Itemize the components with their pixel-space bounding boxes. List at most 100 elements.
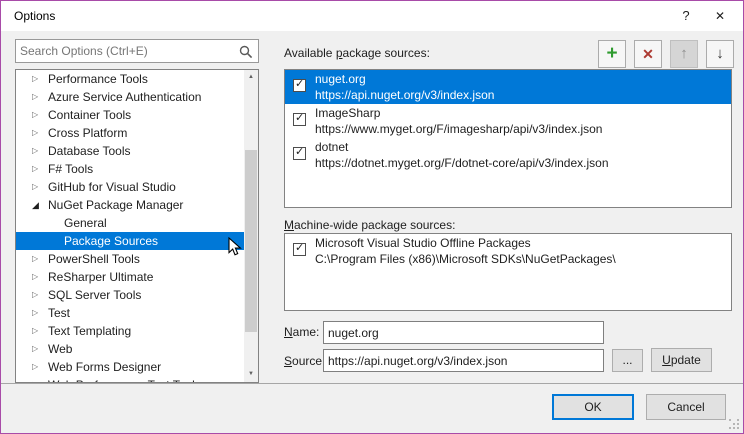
tree-item-web-performance-test-tools[interactable]: ▷ Web Performance Test Tools: [16, 376, 244, 383]
label-access-key: S: [284, 354, 292, 368]
cursor-arrow: [228, 237, 242, 258]
options-tree: ▷Performance Tools ▷Azure Service Authen…: [15, 69, 259, 383]
tree-item-label: Package Sources: [64, 232, 158, 250]
tree-item-container-tools[interactable]: ▷Container Tools: [16, 106, 244, 124]
browse-button[interactable]: ...: [612, 349, 643, 372]
window-title: Options: [14, 1, 55, 31]
tree-item-web[interactable]: ▷Web: [16, 340, 244, 358]
tree-item-label: Cross Platform: [48, 124, 127, 142]
remove-source-button[interactable]: ✕: [634, 40, 662, 68]
tree-item-cross-platform[interactable]: ▷Cross Platform: [16, 124, 244, 142]
tree-item-label: PowerShell Tools: [48, 250, 140, 268]
checkbox-checked[interactable]: ✓: [293, 79, 306, 92]
tree-item-general[interactable]: General: [16, 214, 244, 232]
tree-item-package-sources[interactable]: Package Sources: [16, 232, 244, 250]
move-down-button[interactable]: ↓: [706, 40, 734, 68]
checkbox-checked[interactable]: ✓: [293, 113, 306, 126]
search-icon: [238, 44, 254, 60]
source-name: dotnet: [315, 139, 609, 155]
label-access-key: N: [284, 325, 293, 339]
search-input[interactable]: [16, 40, 238, 62]
tree-item-label: Database Tools: [48, 142, 131, 160]
update-button[interactable]: Update: [651, 348, 712, 372]
add-source-button[interactable]: +: [598, 40, 626, 68]
tree-item-label: Text Templating: [48, 322, 131, 340]
chevron-collapsed-icon[interactable]: ▷: [32, 124, 44, 142]
chevron-collapsed-icon[interactable]: ▷: [32, 160, 44, 178]
tree-item-label: Web Performance Test Tools: [48, 376, 201, 383]
tree-item-text-templating[interactable]: ▷Text Templating: [16, 322, 244, 340]
label-part: pdate: [671, 353, 701, 367]
tree-item-label: NuGet Package Manager: [48, 196, 183, 214]
chevron-collapsed-icon[interactable]: ▷: [32, 304, 44, 322]
label-access-key: M: [284, 218, 294, 232]
source-url: https://api.nuget.org/v3/index.json: [315, 87, 494, 103]
resize-grip[interactable]: [729, 419, 739, 429]
label-part: ource:: [292, 354, 325, 368]
source-name: ImageSharp: [315, 105, 602, 121]
chevron-collapsed-icon[interactable]: ▷: [32, 142, 44, 160]
move-up-button[interactable]: ↑: [670, 40, 698, 68]
source-row-dotnet[interactable]: ✓ dotnethttps://dotnet.myget.org/F/dotne…: [285, 138, 731, 172]
label-access-key: U: [662, 353, 671, 367]
tree-item-powershell-tools[interactable]: ▷PowerShell Tools: [16, 250, 244, 268]
ok-button[interactable]: OK: [552, 394, 634, 420]
source-url: https://www.myget.org/F/imagesharp/api/v…: [315, 121, 602, 137]
chevron-collapsed-icon[interactable]: ▷: [32, 322, 44, 340]
source-name: nuget.org: [315, 71, 494, 87]
source-label: Source:: [284, 354, 325, 368]
chevron-expanded-icon[interactable]: ◢: [32, 196, 44, 214]
tree-item-label: Container Tools: [48, 106, 131, 124]
available-sources-label: Available package sources:: [284, 46, 430, 60]
close-button[interactable]: ✕: [703, 1, 737, 31]
tree-item-fsharp-tools[interactable]: ▷F# Tools: [16, 160, 244, 178]
name-label: Name:: [284, 325, 319, 339]
check-icon: ✓: [295, 145, 304, 158]
scrollbar-up-icon[interactable]: ▲: [244, 70, 258, 85]
tree-scrollbar[interactable]: ▲ ▼: [244, 70, 258, 382]
plus-icon: +: [599, 41, 625, 67]
checkbox-checked[interactable]: ✓: [293, 243, 306, 256]
tree-item-test[interactable]: ▷Test: [16, 304, 244, 322]
tree-item-label: ReSharper Ultimate: [48, 268, 153, 286]
tree-item-label: Web: [48, 340, 72, 358]
name-input[interactable]: [323, 321, 604, 344]
checkbox-checked[interactable]: ✓: [293, 147, 306, 160]
tree-item-database-tools[interactable]: ▷Database Tools: [16, 142, 244, 160]
chevron-collapsed-icon[interactable]: ▷: [32, 376, 44, 383]
scrollbar-down-icon[interactable]: ▼: [244, 367, 258, 382]
options-dialog: Options ? ✕ ▷Performance Tools ▷Azure Se…: [0, 0, 744, 434]
chevron-collapsed-icon[interactable]: ▷: [32, 340, 44, 358]
tree-item-label: SQL Server Tools: [48, 286, 141, 304]
machine-sources-list: ✓ Microsoft Visual Studio Offline Packag…: [284, 233, 732, 311]
chevron-collapsed-icon[interactable]: ▷: [32, 358, 44, 376]
tree-item-azure-service-authentication[interactable]: ▷Azure Service Authentication: [16, 88, 244, 106]
source-input[interactable]: [323, 349, 604, 372]
chevron-collapsed-icon[interactable]: ▷: [32, 88, 44, 106]
search-box: [15, 39, 259, 63]
chevron-collapsed-icon[interactable]: ▷: [32, 178, 44, 196]
label-access-key: p: [336, 46, 343, 60]
check-icon: ✓: [295, 77, 304, 90]
tree-item-performance-tools[interactable]: ▷Performance Tools: [16, 70, 244, 88]
chevron-collapsed-icon[interactable]: ▷: [32, 70, 44, 88]
scrollbar-thumb[interactable]: [245, 150, 257, 332]
cancel-button[interactable]: Cancel: [646, 394, 726, 420]
tree-item-label: Performance Tools: [48, 70, 148, 88]
source-row-nuget-org[interactable]: ✓ nuget.orghttps://api.nuget.org/v3/inde…: [285, 70, 731, 104]
chevron-collapsed-icon[interactable]: ▷: [32, 286, 44, 304]
chevron-collapsed-icon[interactable]: ▷: [32, 250, 44, 268]
tree-item-label: Web Forms Designer: [48, 358, 161, 376]
source-row-imagesharp[interactable]: ✓ ImageSharphttps://www.myget.org/F/imag…: [285, 104, 731, 138]
check-icon: ✓: [295, 241, 304, 254]
tree-item-web-forms-designer[interactable]: ▷Web Forms Designer: [16, 358, 244, 376]
chevron-collapsed-icon[interactable]: ▷: [32, 268, 44, 286]
tree-item-sql-server-tools[interactable]: ▷SQL Server Tools: [16, 286, 244, 304]
chevron-collapsed-icon[interactable]: ▷: [32, 106, 44, 124]
help-button[interactable]: ?: [669, 1, 703, 31]
tree-item-github-for-visual-studio[interactable]: ▷GitHub for Visual Studio: [16, 178, 244, 196]
tree-item-label: F# Tools: [48, 160, 93, 178]
tree-item-resharper-ultimate[interactable]: ▷ReSharper Ultimate: [16, 268, 244, 286]
tree-item-nuget-package-manager[interactable]: ◢NuGet Package Manager: [16, 196, 244, 214]
source-row-vs-offline-packages[interactable]: ✓ Microsoft Visual Studio Offline Packag…: [285, 234, 731, 268]
